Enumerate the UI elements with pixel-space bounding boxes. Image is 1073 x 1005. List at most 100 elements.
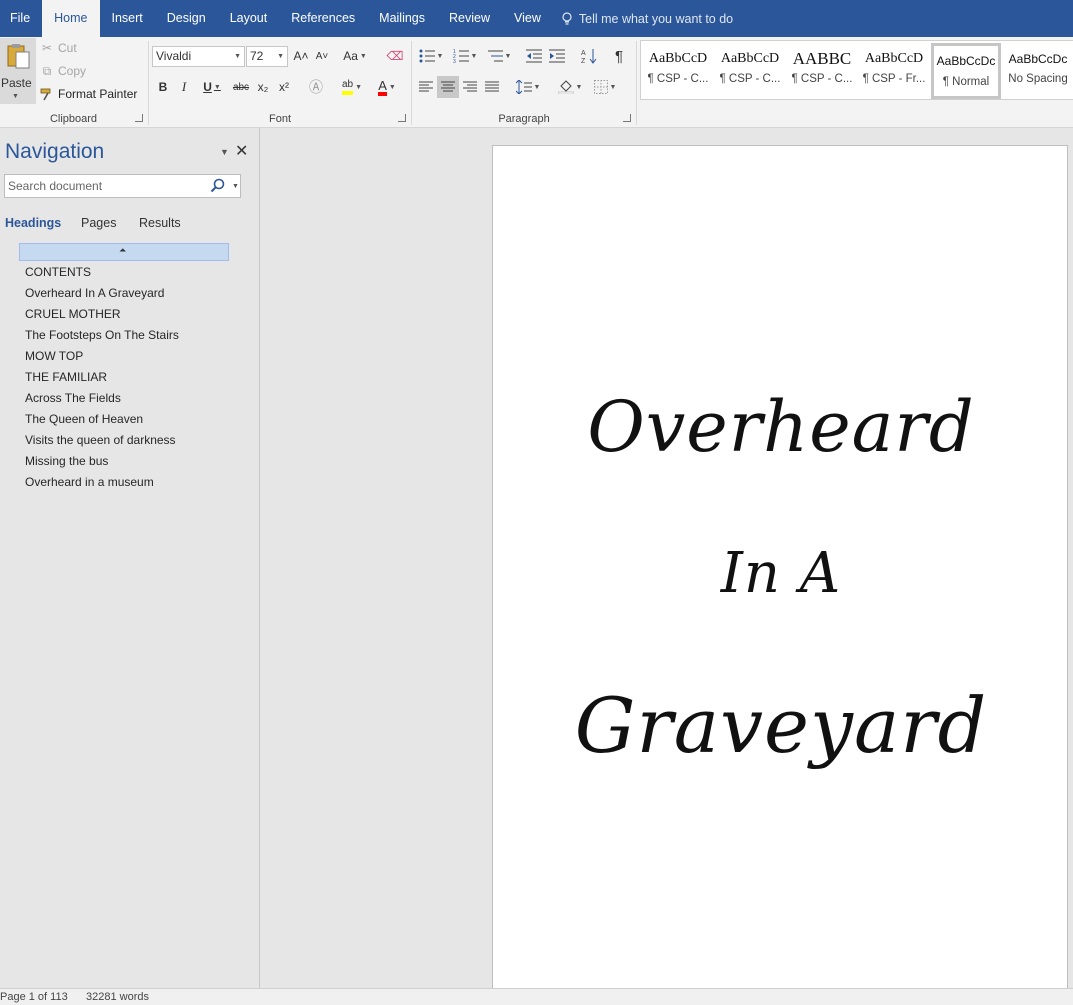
search-icon[interactable] — [210, 178, 225, 193]
cut-button[interactable]: ✂ Cut — [40, 38, 77, 58]
tab-review[interactable]: Review — [437, 0, 502, 37]
heading-item[interactable]: Visits the queen of darkness — [25, 433, 176, 447]
pilcrow-icon: ¶ — [614, 47, 624, 65]
tell-me-text: Tell me what you want to do — [578, 11, 734, 26]
change-case-button[interactable]: Aa ▼ — [340, 45, 370, 67]
grow-font-button[interactable]: A˄ — [292, 45, 310, 67]
increase-indent-icon — [549, 49, 565, 63]
sort-button[interactable]: AZ — [579, 45, 599, 67]
chevron-down-icon: ▼ — [359, 52, 367, 60]
document-title-line[interactable]: Overheard — [493, 386, 1069, 468]
heading-item[interactable]: The Queen of Heaven — [25, 412, 143, 426]
paragraph-dialog-launcher-icon[interactable] — [623, 114, 631, 122]
search-box: ▼ — [4, 174, 241, 198]
clipboard-dialog-launcher-icon[interactable] — [135, 114, 143, 122]
heading-item[interactable]: Missing the bus — [25, 454, 108, 468]
strikethrough-button[interactable]: abc — [230, 76, 252, 98]
shading-button[interactable]: ▼ — [555, 76, 585, 98]
tab-layout[interactable]: Layout — [218, 0, 280, 37]
increase-indent-button[interactable] — [547, 45, 567, 67]
scissors-icon: ✂ — [41, 41, 53, 55]
shrink-font-button[interactable]: A˅ — [313, 45, 331, 67]
style-item[interactable]: AaBbCcD ¶ CSP - C... — [643, 43, 713, 99]
style-item[interactable]: AaBbCcD ¶ CSP - Fr... — [859, 43, 929, 99]
tab-results[interactable]: Results — [139, 216, 181, 230]
tab-headings[interactable]: Headings — [5, 216, 61, 230]
heading-item[interactable]: Overheard in a museum — [25, 475, 154, 489]
font-size-box[interactable]: 72 ▼ — [246, 46, 288, 67]
grow-font-icon: A˄ — [293, 49, 309, 63]
font-name-box[interactable]: Vivaldi ▼ — [152, 46, 245, 67]
tab-mailings[interactable]: Mailings — [367, 0, 437, 37]
search-options-icon[interactable]: ▼ — [232, 176, 239, 198]
font-color-button[interactable]: A ▼ — [372, 76, 402, 98]
copy-button[interactable]: ⧉ Copy — [40, 61, 86, 81]
format-painter-button[interactable]: Format Painter — [40, 84, 137, 104]
font-color-icon: A — [378, 79, 387, 96]
paste-button[interactable]: Paste ▼ — [0, 38, 36, 104]
borders-icon — [593, 80, 608, 94]
tab-file[interactable]: File — [0, 0, 42, 37]
numbering-button[interactable]: 123 ▼ — [450, 45, 480, 67]
align-right-button[interactable] — [460, 76, 480, 98]
document-title-line[interactable]: Graveyard — [493, 681, 1069, 770]
collapse-headings-bar[interactable]: ⏶ — [19, 243, 229, 261]
page-count[interactable]: Page 1 of 113 — [0, 991, 68, 1003]
tab-insert[interactable]: Insert — [100, 0, 155, 37]
heading-item[interactable]: CONTENTS — [25, 265, 91, 279]
decrease-indent-button[interactable] — [524, 45, 544, 67]
tell-me-box[interactable]: Tell me what you want to do — [561, 0, 733, 37]
line-spacing-button[interactable]: ▼ — [513, 76, 543, 98]
change-case-label: Aa — [343, 49, 358, 63]
borders-button[interactable]: ▼ — [590, 76, 620, 98]
justify-button[interactable] — [482, 76, 502, 98]
align-center-button[interactable] — [437, 76, 459, 98]
tab-pages[interactable]: Pages — [81, 216, 116, 230]
close-icon[interactable]: ✕ — [235, 141, 248, 161]
paste-dropdown-icon[interactable]: ▼ — [12, 93, 19, 100]
paint-bucket-icon — [557, 80, 574, 94]
style-item[interactable]: AABBC ¶ CSP - C... — [787, 43, 857, 99]
font-dialog-launcher-icon[interactable] — [398, 114, 406, 122]
italic-button[interactable]: I — [176, 76, 192, 98]
style-item-no-spacing[interactable]: AaBbCcDc No Spacing — [1003, 43, 1073, 99]
pane-options-icon[interactable]: ▼ — [220, 147, 229, 157]
multilevel-list-icon — [487, 50, 503, 62]
underline-icon: U — [203, 80, 212, 94]
document-page[interactable]: Overheard In A Graveyard — [492, 145, 1068, 989]
heading-item[interactable]: Overheard In A Graveyard — [25, 286, 164, 300]
tab-design[interactable]: Design — [155, 0, 218, 37]
clear-formatting-button[interactable]: ⌫ — [385, 45, 405, 67]
style-item-normal[interactable]: AaBbCcDc ¶ Normal — [931, 43, 1001, 99]
multilevel-list-button[interactable]: ▼ — [484, 45, 514, 67]
bold-button[interactable]: B — [155, 76, 171, 98]
tab-references[interactable]: References — [279, 0, 367, 37]
cut-label: Cut — [58, 41, 77, 55]
align-left-button[interactable] — [416, 76, 436, 98]
heading-item[interactable]: THE FAMILIAR — [25, 370, 107, 384]
clipboard-group: Paste ▼ ✂ Cut ⧉ Copy Format Painter Clip… — [0, 37, 147, 128]
heading-item[interactable]: MOW TOP — [25, 349, 83, 363]
copy-label: Copy — [58, 64, 87, 78]
subscript-button[interactable]: x₂ — [254, 76, 272, 98]
chevron-down-icon: ▼ — [504, 52, 512, 60]
word-count[interactable]: 32281 words — [86, 991, 149, 1003]
heading-item[interactable]: The Footsteps On The Stairs — [25, 328, 179, 342]
style-preview: AaBbCcD — [864, 51, 924, 66]
tab-view[interactable]: View — [502, 0, 553, 37]
bullets-button[interactable]: ▼ — [416, 45, 446, 67]
style-item[interactable]: AaBbCcD ¶ CSP - C... — [715, 43, 785, 99]
superscript-button[interactable]: x² — [275, 76, 293, 98]
style-preview: AaBbCcD — [648, 51, 708, 66]
align-left-icon — [419, 81, 433, 92]
tab-home[interactable]: Home — [42, 0, 100, 37]
text-effects-button[interactable]: Ⓐ — [306, 76, 326, 98]
heading-item[interactable]: Across The Fields — [25, 391, 121, 405]
highlight-color-button[interactable]: ab ▼ — [337, 76, 367, 98]
underline-button[interactable]: U ▼ — [198, 76, 226, 98]
document-title-line[interactable]: In A — [493, 541, 1069, 606]
heading-item[interactable]: CRUEL MOTHER — [25, 307, 121, 321]
show-formatting-button[interactable]: ¶ — [609, 45, 629, 67]
svg-text:A: A — [581, 50, 586, 57]
search-input[interactable] — [8, 176, 203, 196]
